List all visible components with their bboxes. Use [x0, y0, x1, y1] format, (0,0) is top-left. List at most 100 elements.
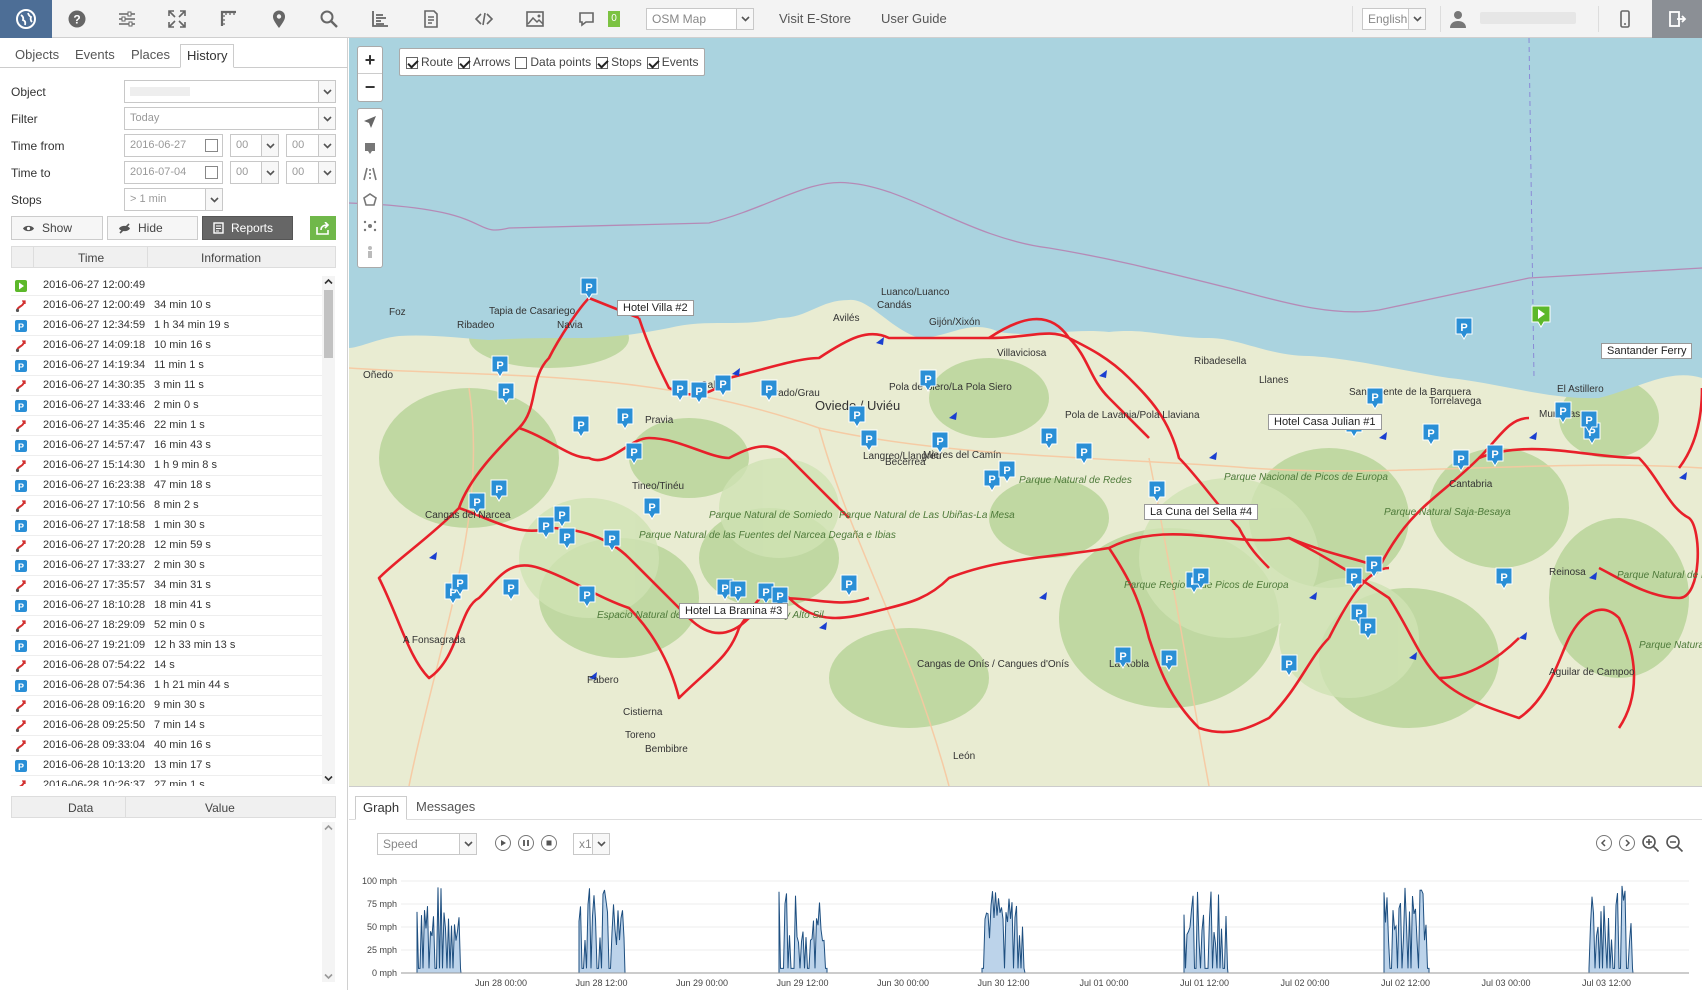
- parking-stop-marker[interactable]: P: [860, 429, 878, 452]
- scroll-down-icon[interactable]: [324, 775, 333, 782]
- navigate-icon[interactable]: [358, 109, 382, 135]
- checkbox[interactable]: [646, 56, 659, 69]
- scrollbar-thumb[interactable]: [324, 290, 333, 358]
- parking-stop-marker[interactable]: P: [840, 574, 858, 597]
- hotel-label[interactable]: Santander Ferry: [1601, 343, 1693, 359]
- parking-stop-marker[interactable]: P: [572, 415, 590, 438]
- parking-stop-marker[interactable]: P: [502, 578, 520, 601]
- tab-places[interactable]: Places: [125, 44, 176, 68]
- parking-stop-marker[interactable]: P: [625, 442, 643, 465]
- history-row[interactable]: P 2016-06-27 18:10:28 18 min 41 s: [11, 596, 324, 616]
- hide-button[interactable]: Hide: [107, 216, 198, 240]
- parking-stop-marker[interactable]: P: [1148, 480, 1166, 503]
- ruler-icon[interactable]: [204, 0, 254, 38]
- parking-stop-marker[interactable]: P: [1160, 649, 1178, 672]
- time-column-header[interactable]: Time: [78, 251, 104, 265]
- filter-select[interactable]: Today: [124, 107, 336, 130]
- layer-toggle-data-points[interactable]: Data points: [515, 55, 591, 69]
- mobile-icon[interactable]: [1600, 0, 1650, 38]
- history-row[interactable]: 2016-06-27 14:30:35 3 min 11 s: [11, 376, 324, 396]
- parking-stop-marker[interactable]: P: [983, 469, 1001, 492]
- stop-icon[interactable]: [541, 835, 557, 851]
- chat-icon[interactable]: [562, 0, 612, 38]
- history-row[interactable]: 2016-06-27 15:14:30 1 h 9 min 8 s: [11, 456, 324, 476]
- parking-stop-marker[interactable]: P: [497, 382, 515, 405]
- history-row[interactable]: 2016-06-28 09:16:20 9 min 30 s: [11, 696, 324, 716]
- time-from-minute-select[interactable]: 00: [286, 134, 336, 157]
- hotel-label[interactable]: Hotel La Branina #3: [679, 603, 789, 619]
- tab-events[interactable]: Events: [69, 44, 121, 68]
- parking-stop-marker[interactable]: P: [1075, 442, 1093, 465]
- parking-stop-marker[interactable]: P: [490, 479, 508, 502]
- checkbox[interactable]: [596, 56, 609, 69]
- history-row[interactable]: 2016-06-28 09:25:50 7 min 14 s: [11, 716, 324, 736]
- scroll-down-icon[interactable]: [324, 973, 333, 980]
- play-icon[interactable]: [495, 835, 511, 851]
- history-row[interactable]: 2016-06-27 12:00:49: [11, 276, 324, 296]
- history-row[interactable]: P 2016-06-28 10:13:20 13 min 17 s: [11, 756, 324, 776]
- parking-stop-marker[interactable]: P: [616, 407, 634, 430]
- parking-stop-marker[interactable]: P: [1455, 317, 1473, 340]
- data-column-header[interactable]: Data: [68, 801, 93, 815]
- parking-stop-marker[interactable]: P: [553, 505, 571, 528]
- checkbox[interactable]: [458, 56, 471, 69]
- parking-stop-marker[interactable]: P: [1040, 427, 1058, 450]
- time-from-date-input[interactable]: 2016-06-27: [124, 134, 223, 157]
- code-icon[interactable]: [459, 0, 509, 38]
- history-row[interactable]: P 2016-06-27 16:23:38 47 min 18 s: [11, 476, 324, 496]
- parking-stop-marker[interactable]: P: [1366, 387, 1384, 410]
- reports-button[interactable]: Reports: [202, 216, 293, 240]
- history-scrollbar[interactable]: [322, 276, 335, 784]
- parking-stop-marker[interactable]: P: [998, 460, 1016, 483]
- history-row[interactable]: 2016-06-27 14:09:18 10 min 16 s: [11, 336, 324, 356]
- layer-toggle-arrows[interactable]: Arrows: [458, 55, 510, 69]
- history-row[interactable]: P 2016-06-27 17:33:27 2 min 30 s: [11, 556, 324, 576]
- tab-objects[interactable]: Objects: [9, 44, 65, 68]
- parking-stop-marker[interactable]: P: [848, 405, 866, 428]
- settings-sliders-icon[interactable]: [102, 0, 152, 38]
- scroll-up-icon[interactable]: [324, 824, 333, 831]
- help-icon[interactable]: ?: [52, 0, 102, 38]
- parking-stop-marker[interactable]: P: [671, 379, 689, 402]
- parking-stop-marker[interactable]: P: [491, 355, 509, 378]
- layer-toggle-events[interactable]: Events: [646, 55, 698, 69]
- tab-history[interactable]: History: [180, 44, 235, 68]
- parking-stop-marker[interactable]: P: [1422, 423, 1440, 446]
- parking-stop-marker[interactable]: P: [1280, 654, 1298, 677]
- hotel-label[interactable]: La Cuna del Sella #4: [1144, 504, 1259, 520]
- checkbox[interactable]: [515, 56, 528, 69]
- history-row[interactable]: 2016-06-27 17:20:28 12 min 59 s: [11, 536, 324, 556]
- zoom-in-button[interactable]: +: [358, 47, 382, 74]
- logout-button[interactable]: [1652, 0, 1702, 38]
- parking-stop-marker[interactable]: P: [1452, 449, 1470, 472]
- time-to-hour-select[interactable]: 00: [230, 161, 279, 184]
- object-select[interactable]: [124, 80, 336, 103]
- parking-stop-marker[interactable]: P: [558, 527, 576, 550]
- visit-store-link[interactable]: Visit E-Store: [779, 11, 851, 26]
- parking-stop-marker[interactable]: P: [580, 277, 598, 300]
- graph-metric-select[interactable]: Speed: [377, 833, 477, 855]
- value-column-header[interactable]: Value: [205, 801, 235, 815]
- zoom-out-icon[interactable]: [1665, 834, 1685, 854]
- history-row[interactable]: P 2016-06-27 14:19:34 11 min 1 s: [11, 356, 324, 376]
- stops-select[interactable]: > 1 min: [124, 188, 223, 211]
- calendar-icon[interactable]: [205, 166, 218, 179]
- playback-speed-select[interactable]: x1: [573, 833, 610, 855]
- parking-stop-marker[interactable]: P: [1486, 444, 1504, 467]
- history-row[interactable]: 2016-06-27 17:10:56 8 min 2 s: [11, 496, 324, 516]
- speed-graph[interactable]: 100 mph 75 mph 50 mph 25 mph 0 mph Jun 28 00:…: [349, 867, 1702, 990]
- cluster-icon[interactable]: [358, 213, 382, 239]
- history-row[interactable]: 2016-06-28 09:33:04 40 min 16 s: [11, 736, 324, 756]
- history-row[interactable]: 2016-06-28 07:54:22 14 s: [11, 656, 324, 676]
- parking-stop-marker[interactable]: P: [603, 529, 621, 552]
- hotel-label[interactable]: Hotel Villa #2: [617, 300, 694, 316]
- image-icon[interactable]: [510, 0, 560, 38]
- road-icon[interactable]: [358, 161, 382, 187]
- location-pin-icon[interactable]: [254, 0, 304, 38]
- history-row[interactable]: 2016-06-27 12:00:49 34 min 10 s: [11, 296, 324, 316]
- route-start-marker[interactable]: [1531, 305, 1551, 328]
- globe-icon[interactable]: [0, 0, 52, 38]
- parking-stop-marker[interactable]: P: [1359, 617, 1377, 640]
- export-button[interactable]: [310, 216, 336, 240]
- history-row[interactable]: 2016-06-28 10:26:37 27 min 1 s: [11, 776, 324, 786]
